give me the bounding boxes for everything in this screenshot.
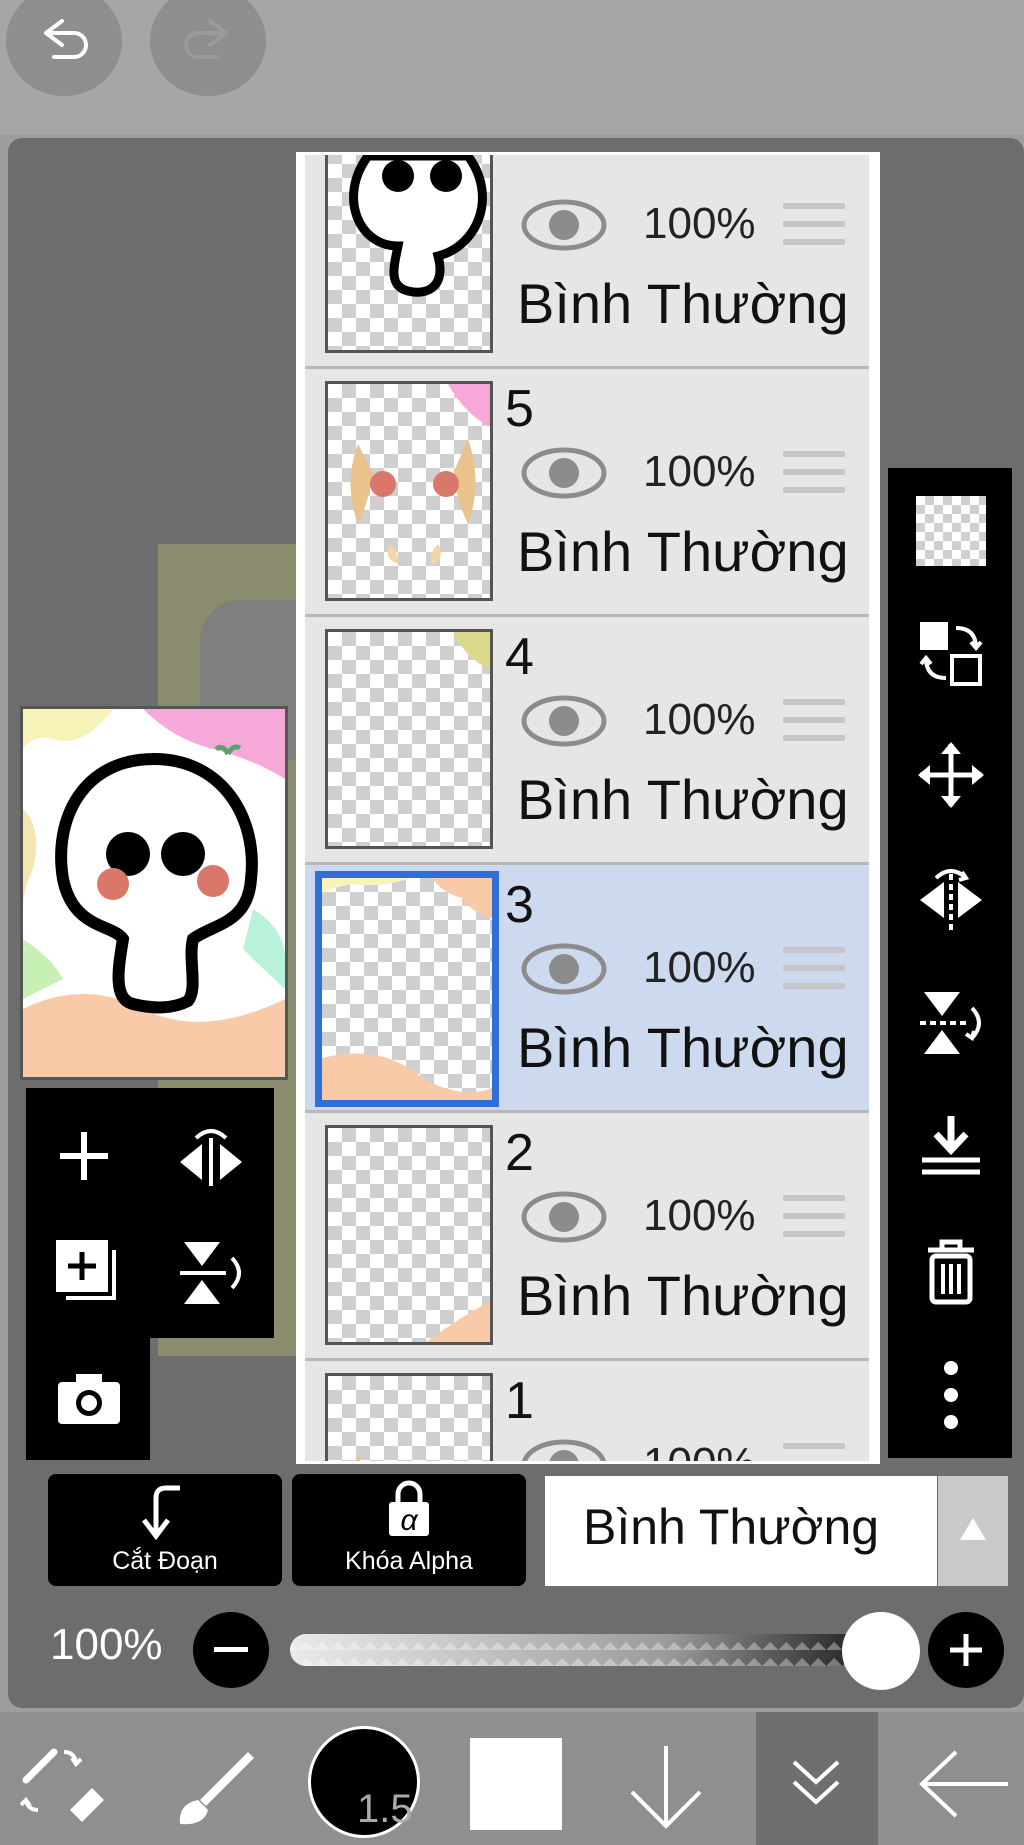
layer-row[interactable]: 4 100% Bình Thường [305, 617, 869, 865]
drag-handle-icon[interactable] [783, 1443, 845, 1461]
more-options-icon[interactable] [916, 1360, 986, 1430]
layer-thumbnail [325, 629, 493, 849]
alpha-symbol: α [400, 1504, 418, 1537]
layer-blend-mode: Bình Thường [517, 1264, 849, 1327]
color-swatch[interactable] [470, 1738, 562, 1830]
blend-mode-dropdown-button[interactable] [938, 1476, 1008, 1586]
layer-blend-mode: Bình Thường [517, 768, 849, 831]
alpha-lock-label: Khóa Alpha [345, 1547, 473, 1575]
blend-mode-select[interactable]: Bình Thường [545, 1476, 937, 1586]
layer-opacity: 100% [643, 695, 756, 744]
layer-thumbnail [325, 381, 493, 601]
brush-size-button[interactable]: 1.5 [308, 1726, 420, 1838]
layer-opacity: 100% [643, 1191, 756, 1240]
brush-size-value: 1.5 [357, 1787, 413, 1831]
layer-number: 2 [505, 1124, 534, 1182]
layer-row[interactable]: 2 100% Bình Thường [305, 1113, 869, 1361]
trash-icon[interactable] [916, 1236, 986, 1306]
flip-vertical-icon[interactable] [176, 1238, 246, 1308]
layer-blend-mode: Bình Thường [517, 272, 849, 335]
triangle-up-icon [960, 1518, 986, 1540]
plus-icon [950, 1634, 982, 1666]
clip-arrow-icon [142, 1485, 180, 1540]
left-toolbar-camera [26, 1338, 150, 1460]
layer-blend-mode: Bình Thường [517, 520, 849, 583]
layers-toggle-button[interactable] [756, 1712, 878, 1845]
drag-handle-icon[interactable] [783, 451, 845, 505]
layer-thumbnail [325, 1373, 493, 1461]
merge-down-icon[interactable] [916, 1112, 986, 1182]
undo-icon [44, 19, 88, 59]
move-icon[interactable] [916, 740, 986, 810]
layer-thumbnail [325, 155, 493, 353]
clip-label: Cắt Đoạn [112, 1547, 218, 1575]
opacity-slider-knob[interactable] [842, 1612, 920, 1690]
left-toolbar [26, 1088, 274, 1338]
blend-mode-value: Bình Thường [583, 1499, 880, 1555]
opacity-slider[interactable] [290, 1634, 918, 1666]
canvas-preview-art [23, 709, 285, 1077]
layer-opacity: 100% [643, 199, 756, 248]
minus-icon [214, 1647, 248, 1652]
visibility-eye-icon[interactable] [521, 943, 607, 995]
drag-handle-icon[interactable] [783, 699, 845, 753]
flip-horizontal-icon[interactable] [176, 1122, 246, 1188]
camera-icon[interactable] [54, 1368, 124, 1428]
layer-opacity: 100% [643, 1439, 756, 1464]
layer-row[interactable]: 100% Bình Thường [305, 155, 869, 369]
layer-number: 1 [505, 1372, 534, 1430]
drag-handle-icon[interactable] [783, 947, 845, 1001]
layer-opacity: 100% [643, 943, 756, 992]
visibility-eye-icon[interactable] [521, 695, 607, 747]
back-arrow-icon[interactable] [916, 1744, 1012, 1824]
brush-tool-icon[interactable] [170, 1740, 260, 1830]
add-layer-icon[interactable] [54, 1126, 114, 1186]
layer-number: 3 [505, 876, 534, 934]
visibility-eye-icon[interactable] [521, 447, 607, 499]
flip-horizontal-icon[interactable] [916, 864, 986, 934]
redo-icon [184, 19, 228, 59]
right-toolbar [888, 468, 1012, 1458]
duplicate-layer-icon[interactable] [52, 1236, 122, 1306]
layer-opacity: 100% [643, 447, 756, 496]
layers-list[interactable]: 100% Bình Thường 5 100% Bình Thường 4 10… [296, 152, 880, 1464]
opacity-label: 100% [50, 1620, 163, 1669]
swap-layers-icon[interactable] [916, 618, 986, 688]
visibility-eye-icon[interactable] [521, 1191, 607, 1243]
canvas-preview [20, 706, 288, 1080]
arrow-down-icon[interactable] [624, 1740, 708, 1830]
flip-vertical-icon[interactable] [916, 988, 986, 1058]
visibility-eye-icon[interactable] [521, 1439, 607, 1464]
layer-number: 4 [505, 628, 534, 686]
drag-handle-icon[interactable] [783, 203, 845, 257]
visibility-eye-icon[interactable] [521, 199, 607, 251]
layer-blend-mode: Bình Thường [517, 1016, 849, 1079]
layer-thumbnail [325, 1125, 493, 1345]
opacity-increase-button[interactable] [928, 1612, 1004, 1688]
opacity-decrease-button[interactable] [193, 1612, 269, 1688]
layer-row[interactable]: 1 100% [305, 1361, 869, 1464]
layer-thumbnail-selected [315, 871, 499, 1107]
transparency-icon[interactable] [916, 496, 986, 566]
chevron-double-down-icon [792, 1760, 840, 1805]
clip-button[interactable]: Cắt Đoạn [48, 1474, 282, 1586]
layer-number: 5 [505, 380, 534, 438]
layer-row[interactable]: 5 100% Bình Thường [305, 369, 869, 617]
drag-handle-icon[interactable] [783, 1195, 845, 1249]
alpha-lock-button[interactable]: α Khóa Alpha [292, 1474, 526, 1586]
brush-eraser-toggle-icon[interactable] [20, 1740, 110, 1824]
layer-row-selected[interactable]: 3 100% Bình Thường [305, 865, 869, 1113]
